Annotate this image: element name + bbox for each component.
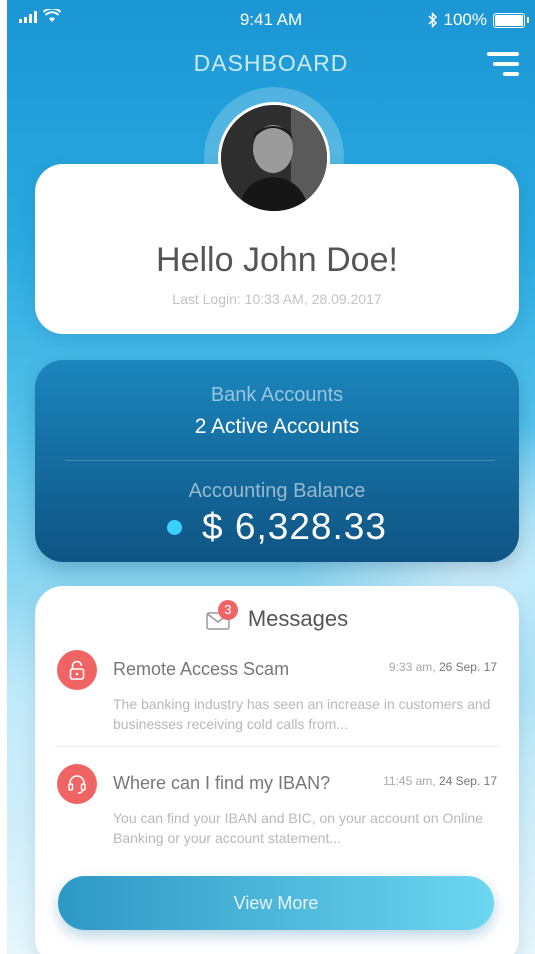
- message-preview: The banking industry has seen an increas…: [113, 696, 491, 732]
- message-timestamp: 11:45 am, 24 Sep. 17: [383, 774, 497, 788]
- menu-button[interactable]: [487, 52, 519, 78]
- view-more-button[interactable]: View More: [58, 876, 494, 930]
- status-right: 100%: [427, 10, 529, 30]
- battery-percent: 100%: [443, 10, 487, 29]
- balance-value: $ 6,328.33: [202, 506, 387, 547]
- bank-accounts-label: Bank Accounts: [210, 384, 344, 406]
- app-screen: 9:41 AM 100% DASHBOARD Hello John Doe! L…: [7, 0, 535, 954]
- lock-icon: [57, 650, 97, 690]
- battery-icon: [493, 12, 525, 28]
- page-title: DASHBOARD: [193, 50, 349, 76]
- message-subject: Remote Access Scam: [113, 659, 290, 679]
- menu-bar-top: [487, 52, 519, 56]
- accounts-card[interactable]: Bank Accounts 2 Active Accounts Accounti…: [35, 360, 519, 562]
- messages-card: 3 Messages Remote Access Scam 9:33 am, 2…: [35, 586, 519, 954]
- message-item[interactable]: Remote Access Scam 9:33 am, 26 Sep. 17 T…: [57, 650, 497, 740]
- profile-photo: [221, 105, 327, 211]
- menu-bar-middle: [493, 62, 519, 66]
- envelope-icon: 3: [206, 600, 238, 630]
- accounts-divider: [65, 460, 495, 461]
- bluetooth-icon: [427, 12, 437, 28]
- message-timestamp: 9:33 am, 26 Sep. 17: [389, 660, 497, 674]
- greeting-text: Hello John Doe!: [156, 241, 398, 279]
- message-date: 26 Sep. 17: [438, 660, 497, 674]
- headset-icon: [57, 764, 97, 804]
- last-login-text: Last Login: 10:33 AM, 28.09.2017: [172, 291, 382, 307]
- messages-header: 3 Messages: [35, 600, 519, 632]
- status-bar: 9:41 AM 100%: [7, 0, 535, 40]
- active-accounts-value: 2 Active Accounts: [194, 415, 360, 438]
- message-time: 9:33 am,: [388, 660, 436, 674]
- balance-dot-icon: [167, 519, 183, 535]
- avatar[interactable]: [218, 102, 330, 214]
- message-date: 24 Sep. 17: [438, 774, 497, 788]
- message-subject: Where can I find my IBAN?: [113, 773, 331, 793]
- menu-bar-bottom: [503, 72, 519, 76]
- messages-title: Messages: [247, 606, 349, 631]
- battery-nub: [527, 17, 529, 23]
- message-divider: [55, 746, 499, 747]
- message-item[interactable]: Where can I find my IBAN? 11:45 am, 24 S…: [57, 764, 497, 854]
- unread-badge: 3: [217, 600, 238, 620]
- message-preview: You can find your IBAN and BIC, on your …: [113, 810, 483, 846]
- message-time: 11:45 am,: [383, 774, 436, 788]
- balance-label: Accounting Balance: [188, 480, 366, 502]
- balance-row: $ 6,328.33: [35, 506, 519, 548]
